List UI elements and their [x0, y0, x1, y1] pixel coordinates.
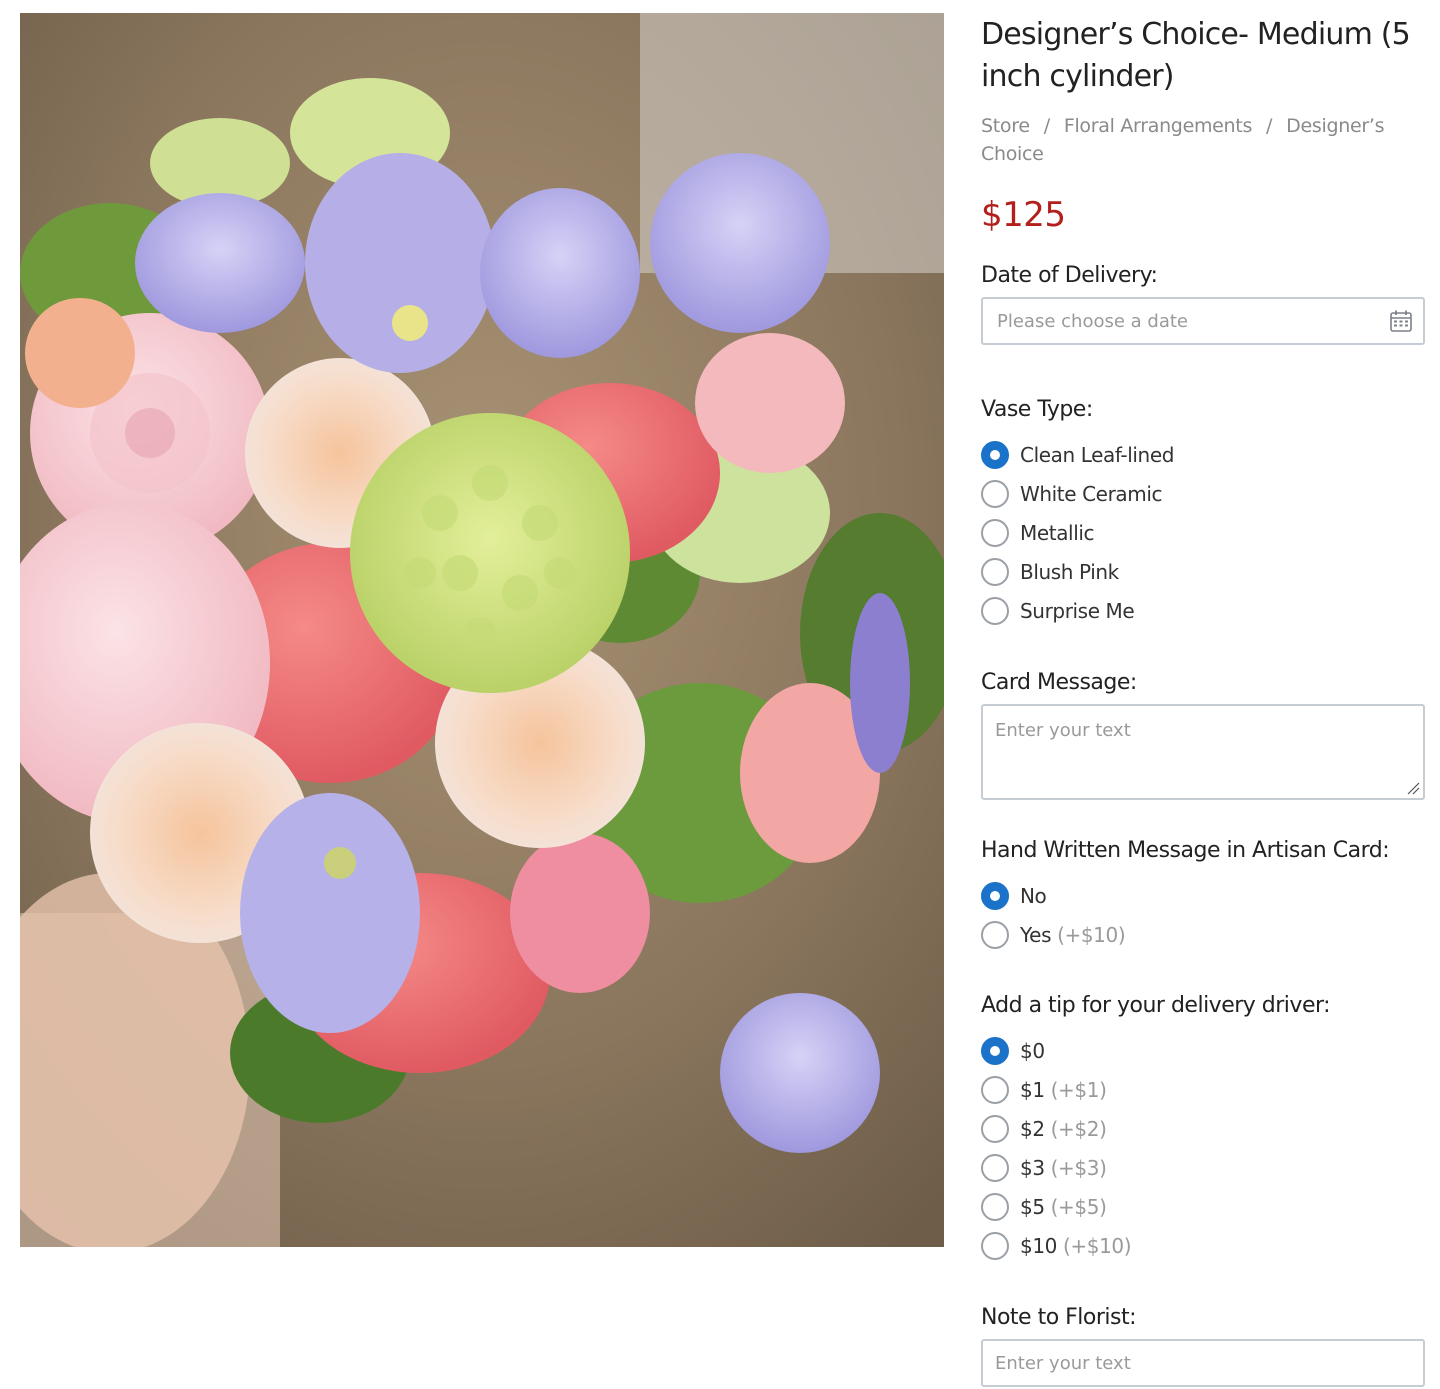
florist-note-textarea[interactable] — [983, 1341, 1423, 1385]
radio-button[interactable] — [981, 1075, 1009, 1104]
handwritten-option-label: No — [1020, 883, 1047, 908]
radio-button[interactable] — [981, 920, 1009, 949]
radio-button[interactable] — [981, 596, 1009, 625]
delivery-date-field[interactable] — [981, 297, 1425, 345]
calendar-icon[interactable] — [1389, 309, 1413, 333]
radio-button[interactable] — [981, 440, 1009, 469]
radio-button[interactable] — [981, 881, 1009, 910]
price-modifier: (+$5) — [1050, 1194, 1107, 1219]
price-modifier: (+$2) — [1050, 1116, 1107, 1141]
delivery-date-input[interactable] — [995, 309, 1379, 333]
breadcrumb-separator: / — [1043, 115, 1050, 137]
tip-option-label: $1 — [1020, 1077, 1045, 1102]
vase-type-label: Vase Type: — [981, 397, 1093, 422]
vase-option-label: Blush Pink — [1020, 559, 1119, 584]
radio-button[interactable] — [981, 1192, 1009, 1221]
tip-option-0[interactable]: $0 — [981, 1031, 1426, 1070]
florist-note-label: Note to Florist: — [981, 1305, 1137, 1330]
product-details-panel: Designer’s Choice- Medium (5 inch cylind… — [981, 14, 1426, 1387]
product-price: $125 — [981, 195, 1066, 235]
price-modifier: (+$10) — [1062, 1233, 1132, 1258]
radio-button[interactable] — [981, 1231, 1009, 1260]
tip-option-label: $5 — [1020, 1194, 1045, 1219]
handwritten-option-no[interactable]: No — [981, 876, 1426, 915]
vase-option-label: White Ceramic — [1020, 481, 1163, 506]
breadcrumb-floral-arrangements[interactable]: Floral Arrangements — [1064, 115, 1253, 137]
price-modifier: (+$1) — [1050, 1077, 1107, 1102]
card-message-label: Card Message: — [981, 670, 1137, 695]
card-message-textarea[interactable] — [983, 706, 1423, 798]
breadcrumb: Store / Floral Arrangements / Designer’s Cho… — [981, 112, 1426, 168]
tip-option-3[interactable]: $3 (+$3) — [981, 1148, 1426, 1187]
radio-button[interactable] — [981, 557, 1009, 586]
handwritten-options: No Yes (+$10) — [981, 876, 1426, 954]
radio-button[interactable] — [981, 479, 1009, 508]
tip-option-2[interactable]: $2 (+$2) — [981, 1109, 1426, 1148]
vase-option-surprise-me[interactable]: Surprise Me — [981, 591, 1426, 630]
vase-option-label: Metallic — [1020, 520, 1095, 545]
tip-label: Add a tip for your delivery driver: — [981, 993, 1331, 1018]
tip-option-1[interactable]: $1 (+$1) — [981, 1070, 1426, 1109]
florist-note-field[interactable] — [981, 1339, 1425, 1387]
handwritten-option-label: Yes — [1020, 922, 1052, 947]
vase-option-label: Surprise Me — [1020, 598, 1135, 623]
delivery-date-label: Date of Delivery: — [981, 263, 1158, 288]
breadcrumb-store[interactable]: Store — [981, 115, 1030, 137]
tip-option-label: $2 — [1020, 1116, 1045, 1141]
tip-options: $0 $1 (+$1) $2 (+$2) $3 (+$3) $5 (+$5) $… — [981, 1031, 1426, 1265]
price-modifier: (+$3) — [1050, 1155, 1107, 1180]
product-title: Designer’s Choice- Medium (5 inch cylind… — [981, 17, 1411, 94]
tip-option-label: $0 — [1020, 1038, 1045, 1063]
vase-option-blush-pink[interactable]: Blush Pink — [981, 552, 1426, 591]
radio-button[interactable] — [981, 518, 1009, 547]
radio-button[interactable] — [981, 1153, 1009, 1182]
tip-option-label: $3 — [1020, 1155, 1045, 1180]
tip-option-label: $10 — [1020, 1233, 1057, 1258]
tip-option-10[interactable]: $10 (+$10) — [981, 1226, 1426, 1265]
vase-type-options: Clean Leaf-lined White Ceramic Metallic … — [981, 435, 1426, 630]
price-modifier: (+$10) — [1057, 922, 1126, 947]
resize-handle-icon[interactable] — [1407, 782, 1420, 795]
vase-option-metallic[interactable]: Metallic — [981, 513, 1426, 552]
card-message-field[interactable] — [981, 704, 1425, 800]
vase-option-label: Clean Leaf-lined — [1020, 442, 1175, 467]
bouquet-illustration — [20, 13, 944, 1247]
tip-option-5[interactable]: $5 (+$5) — [981, 1187, 1426, 1226]
product-image[interactable] — [20, 13, 944, 1247]
radio-button[interactable] — [981, 1114, 1009, 1143]
radio-button[interactable] — [981, 1036, 1009, 1065]
breadcrumb-separator: / — [1266, 115, 1273, 137]
vase-option-clean-leaf-lined[interactable]: Clean Leaf-lined — [981, 435, 1426, 474]
handwritten-message-label: Hand Written Message in Artisan Card: — [981, 838, 1390, 863]
handwritten-option-yes[interactable]: Yes (+$10) — [981, 915, 1426, 954]
vase-option-white-ceramic[interactable]: White Ceramic — [981, 474, 1426, 513]
